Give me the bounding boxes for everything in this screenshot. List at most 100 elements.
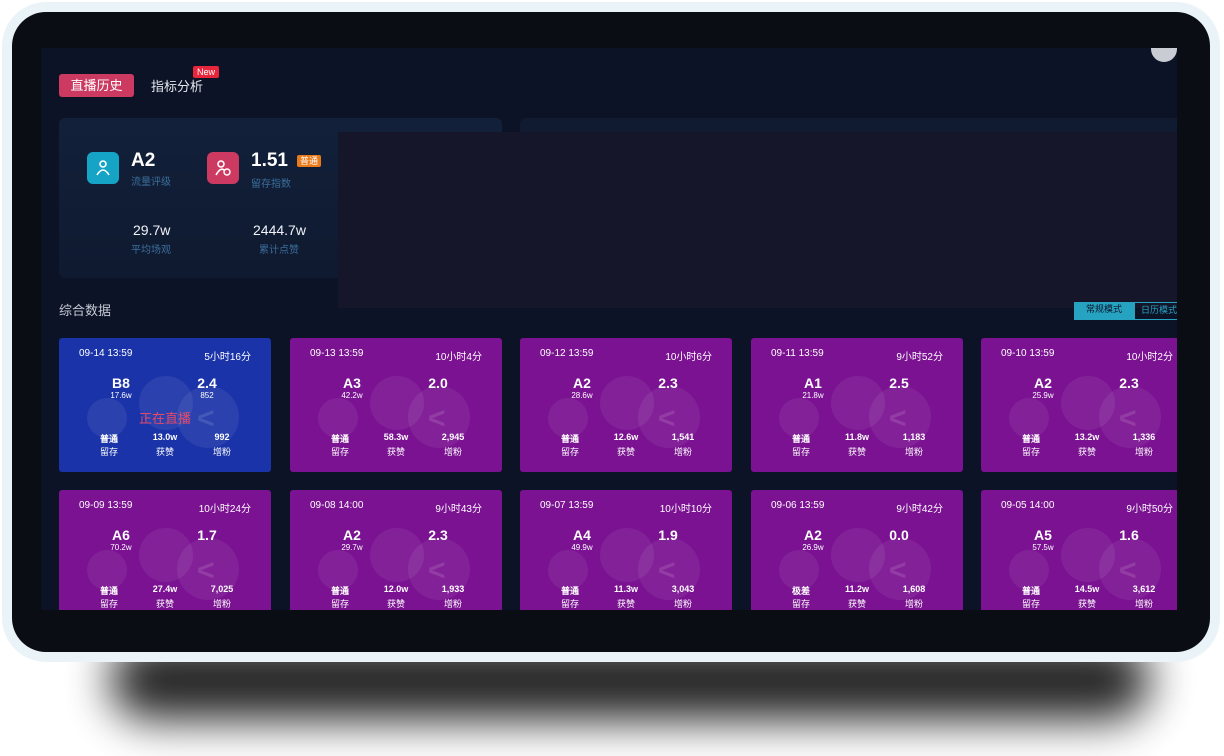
session-card[interactable]: <09-05 14:00 9小时50分 A5 57.5w 1.6 普通 14.5w 3,612… [981, 490, 1177, 610]
card-followers-label: 增粉 [443, 447, 462, 457]
card-views: 57.5w [1032, 543, 1054, 552]
card-followers: 3,612 [1132, 584, 1156, 594]
card-retention-label: 留存 [99, 447, 118, 457]
card-likes: 27.4w [152, 584, 178, 594]
card-likes-label: 获赞 [1077, 599, 1096, 609]
chevron-left-icon: < [658, 554, 676, 587]
card-followers-label: 增粉 [673, 599, 692, 609]
new-badge: New [193, 66, 220, 78]
card-views: 29.7w [341, 543, 363, 552]
mode-calendar-button[interactable]: 日历模式 [1134, 302, 1177, 320]
card-likes: 14.5w [1074, 584, 1100, 594]
session-card[interactable]: <09-11 13:59 9小时52分 A1 21.8w 2.5 普通 11.8w 1,183… [751, 338, 963, 472]
chevron-left-icon: < [428, 402, 446, 435]
chevron-left-icon: < [428, 554, 446, 587]
card-retention-label: 留存 [560, 599, 579, 609]
card-retention-level: 普通 [560, 586, 579, 596]
session-card[interactable]: <09-14 13:59 5小时16分 B8 17.6w 2.4 852 正在直播 普通 13.… [59, 338, 271, 472]
card-likes: 11.2w [844, 584, 870, 594]
card-followers: 992 [214, 432, 230, 442]
card-likes-label: 获赞 [616, 599, 635, 609]
card-retention-index: 1.7 [197, 527, 217, 543]
card-likes-label: 获赞 [616, 447, 635, 457]
traffic-grade-label: 流量评级 [131, 177, 171, 188]
total-likes-label: 累计点赞 [259, 245, 299, 256]
card-retention-level: 普通 [330, 434, 349, 444]
card-followers: 1,336 [1132, 432, 1156, 442]
card-followers: 1,608 [902, 584, 926, 594]
card-date: 09-07 13:59 [540, 500, 594, 511]
card-date: 09-14 13:59 [79, 348, 133, 359]
loading-overlay [338, 132, 1177, 308]
total-likes-value: 2444.7w [253, 222, 306, 238]
card-grade: A5 [1034, 527, 1052, 543]
card-retention-label: 留存 [330, 599, 349, 609]
card-retention-level: 普通 [1021, 434, 1040, 444]
chevron-left-icon: < [1119, 554, 1137, 587]
card-followers-label: 增粉 [673, 447, 692, 457]
tab-live-history[interactable]: 直播历史 [59, 74, 134, 97]
card-retention-label: 留存 [791, 599, 810, 609]
card-duration: 5小时16分 [204, 352, 251, 363]
card-likes-label: 获赞 [1077, 447, 1096, 457]
card-grade: A2 [343, 527, 361, 543]
card-views: 26.9w [802, 543, 824, 552]
user-avatar[interactable] [1151, 48, 1177, 62]
card-grade: A3 [343, 375, 361, 391]
card-date: 09-06 13:59 [771, 500, 825, 511]
card-duration: 10小时4分 [435, 352, 482, 363]
card-grade: A2 [573, 375, 591, 391]
session-card[interactable]: <09-09 13:59 10小时24分 A6 70.2w 1.7 普通 27.4w 7,02… [59, 490, 271, 610]
session-card[interactable]: <09-12 13:59 10小时6分 A2 28.6w 2.3 普通 12.6w 1,541… [520, 338, 732, 472]
retention-index-label: 留存指数 [251, 179, 291, 190]
traffic-grade-icon [87, 152, 119, 184]
card-followers-label: 增粉 [1134, 599, 1153, 609]
card-views: 28.6w [571, 391, 593, 400]
card-likes-label: 获赞 [155, 599, 174, 609]
card-followers-label: 增粉 [904, 599, 923, 609]
card-followers: 1,541 [671, 432, 695, 442]
tab-metric-analysis[interactable]: 指标分析 [151, 76, 203, 95]
session-card[interactable]: <09-10 13:59 10小时2分 A2 25.9w 2.3 普通 13.2w 1,336… [981, 338, 1177, 472]
card-duration: 10小时24分 [198, 504, 251, 515]
mode-regular-button[interactable]: 常规模式 [1074, 302, 1134, 320]
card-retention-level: 普通 [791, 434, 810, 444]
card-grade: A6 [112, 527, 130, 543]
chevron-left-icon: < [889, 554, 907, 587]
card-likes: 11.3w [613, 584, 639, 594]
card-date: 09-12 13:59 [540, 348, 594, 359]
card-followers: 2,945 [441, 432, 465, 442]
session-card[interactable]: <09-06 13:59 9小时42分 A2 26.9w 0.0 极差 11.2w 1,608… [751, 490, 963, 610]
card-grade: B8 [112, 375, 130, 391]
card-date: 09-13 13:59 [310, 348, 364, 359]
card-date: 09-05 14:00 [1001, 500, 1055, 511]
card-duration: 9小时50分 [1126, 504, 1173, 515]
card-likes: 13.2w [1074, 432, 1100, 442]
session-card[interactable]: <09-08 14:00 9小时43分 A2 29.7w 2.3 普通 12.0w 1,933… [290, 490, 502, 610]
card-grade: A4 [573, 527, 591, 543]
app-screen: 直播历史 指标分析 New A2 流量评级 1.51 普通 留存指数 29.7w… [41, 48, 1177, 610]
card-views: 17.6w [110, 391, 132, 400]
card-views: 42.2w [341, 391, 363, 400]
card-followers-label: 增粉 [1134, 447, 1153, 457]
card-retention-label: 留存 [99, 599, 118, 609]
card-retention-index: 2.4 [197, 375, 217, 391]
view-mode-toggle: 常规模式 日历模式 [1074, 302, 1177, 320]
card-retention-level: 普通 [330, 586, 349, 596]
card-duration: 10小时6分 [665, 352, 712, 363]
card-duration: 9小时52分 [896, 352, 943, 363]
session-card[interactable]: <09-07 13:59 10小时10分 A4 49.9w 1.9 普通 11.3w 3,04… [520, 490, 732, 610]
card-retention-index: 1.9 [658, 527, 678, 543]
card-retention-label: 留存 [560, 447, 579, 457]
card-followers: 1,933 [441, 584, 465, 594]
card-likes: 12.0w [383, 584, 409, 594]
card-followers-label: 增粉 [443, 599, 462, 609]
card-retention-index: 0.0 [889, 527, 909, 543]
chevron-left-icon: < [658, 402, 676, 435]
session-card[interactable]: <09-13 13:59 10小时4分 A3 42.2w 2.0 普通 58.3w 2,945… [290, 338, 502, 472]
card-duration: 10小时2分 [1126, 352, 1173, 363]
card-followers-label: 增粉 [212, 447, 231, 457]
traffic-grade-value: A2 [131, 150, 156, 171]
card-retention-label: 留存 [791, 447, 810, 457]
card-date: 09-11 13:59 [771, 348, 824, 359]
